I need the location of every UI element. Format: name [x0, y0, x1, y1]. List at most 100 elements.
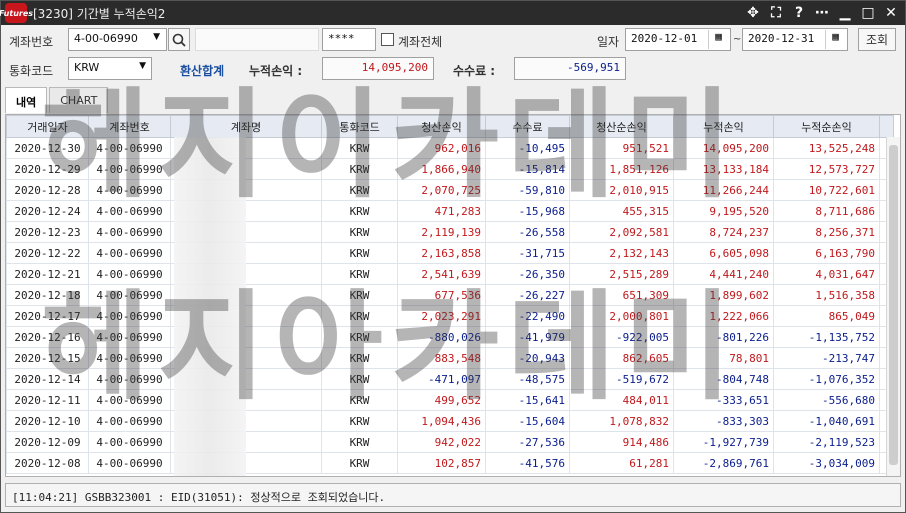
all-accounts-checkbox[interactable] [381, 33, 394, 46]
help-icon[interactable]: ? [791, 4, 807, 22]
chevron-down-icon: ▼ [139, 61, 146, 71]
table-cell: 4,441,240 [673, 263, 774, 285]
table-row[interactable]: 2020-12-23 4-00-06990 KRW 2,119,139 -26,558 2… [6, 221, 894, 243]
column-header[interactable]: 누적손익 [673, 115, 774, 138]
table-cell: -26,227 [485, 284, 570, 306]
table-cell: 499,652 [397, 389, 486, 411]
table-cell: 4-00-06990 [88, 263, 171, 285]
column-header[interactable]: 거래일자 [6, 115, 89, 138]
table-cell: 4-00-06990 [88, 179, 171, 201]
more-icon[interactable]: ⋯ [814, 4, 830, 22]
date-to-input[interactable]: 2020-12-31 ▦ [742, 28, 848, 51]
table-cell: 1,851,126 [569, 158, 674, 180]
table-cell: 2020-12-08 [6, 452, 89, 474]
date-from-input[interactable]: 2020-12-01 ▦ [625, 28, 731, 51]
calendar-icon[interactable]: ▦ [825, 30, 845, 49]
table-cell: KRW [321, 158, 398, 180]
table-cell: KRW [321, 410, 398, 432]
date-range-separator: ~ [733, 34, 742, 45]
table-cell: KRW [321, 242, 398, 264]
table-cell: -519,672 [569, 368, 674, 390]
table-cell: -1,927,739 [673, 431, 774, 453]
table-row[interactable]: 2020-12-10 4-00-06990 KRW 1,094,436 -15,604 1… [6, 410, 894, 432]
column-header[interactable]: 청산손익 [397, 115, 486, 138]
table-cell: 61,281 [569, 452, 674, 474]
table-cell: -41,979 [485, 326, 570, 348]
table-cell: -41,576 [485, 452, 570, 474]
table-cell: 6,163,790 [773, 242, 880, 264]
table-cell: 2020-12-18 [6, 284, 89, 306]
table-row[interactable]: 2020-12-29 4-00-06990 KRW 1,866,940 -15,814 1… [6, 158, 894, 180]
table-row[interactable]: 2020-12-18 4-00-06990 KRW 677,536 -26,227 651… [6, 284, 894, 306]
table-row[interactable]: 2020-12-11 4-00-06990 KRW 499,652 -15,641 484… [6, 389, 894, 411]
table-cell: 865,049 [773, 305, 880, 327]
table-row[interactable]: 2020-12-21 4-00-06990 KRW 2,541,639 -26,350 2… [6, 263, 894, 285]
table-cell: -471,097 [397, 368, 486, 390]
table-cell: 2,541,639 [397, 263, 486, 285]
table-row[interactable]: 2020-12-16 4-00-06990 KRW -880,026 -41,979 -9… [6, 326, 894, 348]
move-icon[interactable]: ✥ [745, 4, 761, 22]
table-cell: 942,022 [397, 431, 486, 453]
column-header[interactable]: 통화코드 [321, 115, 398, 138]
tab-bar: 내역 CHART [5, 87, 110, 113]
column-header[interactable]: 계좌명 [170, 115, 322, 138]
table-row[interactable]: 2020-12-24 4-00-06990 KRW 471,283 -15,968 455… [6, 200, 894, 222]
pnl-grid: 거래일자 계좌번호 계좌명 통화코드 청산손익 수수료 청산순손익 누적손익 누적순손익 202… [5, 114, 901, 477]
column-header[interactable]: 수수료 [485, 115, 570, 138]
column-header[interactable]: 누적순손익 [773, 115, 880, 138]
vertical-scrollbar[interactable] [886, 137, 900, 476]
expand-icon[interactable]: ⛶ [768, 4, 784, 22]
table-row[interactable]: 2020-12-30 4-00-06990 KRW 962,016 -10,495 951… [6, 137, 894, 159]
table-cell: 6,605,098 [673, 242, 774, 264]
table-row[interactable]: 2020-12-22 4-00-06990 KRW 2,163,858 -31,715 2… [6, 242, 894, 264]
table-cell: KRW [321, 284, 398, 306]
table-row[interactable]: 2020-12-15 4-00-06990 KRW 883,548 -20,943 862… [6, 347, 894, 369]
column-header[interactable]: 청산순손익 [569, 115, 674, 138]
account-select[interactable]: 4-00-06990 ▼ [68, 28, 167, 51]
table-cell: 4-00-06990 [88, 221, 171, 243]
table-cell: -833,303 [673, 410, 774, 432]
convert-total-link[interactable]: 환산합계 [180, 62, 224, 79]
filter-row-1: 계좌번호 4-00-06990 ▼ **** 계좌전체 일자 2020-12-0… [1, 28, 905, 52]
table-cell: 4,031,647 [773, 263, 880, 285]
currency-select[interactable]: KRW ▼ [68, 57, 152, 80]
table-cell: 2020-12-16 [6, 326, 89, 348]
date-label: 일자 [597, 35, 620, 49]
table-cell: 4-00-06990 [88, 389, 171, 411]
table-row[interactable]: 2020-12-17 4-00-06990 KRW 2,023,291 -22,490 2… [6, 305, 894, 327]
table-cell: 4-00-06990 [88, 158, 171, 180]
table-cell: 2,000,801 [569, 305, 674, 327]
table-cell: 2020-12-14 [6, 368, 89, 390]
minimize-icon[interactable]: ▁ [837, 4, 853, 22]
scroll-thumb[interactable] [889, 145, 898, 465]
table-cell: 4-00-06990 [88, 284, 171, 306]
title-bar: Futures [3230] 기간별 누적손익2 ✥ ⛶ ? ⋯ ▁ □ ✕ [0, 1, 905, 25]
table-row[interactable]: 2020-12-09 4-00-06990 KRW 942,022 -27,536 914… [6, 431, 894, 453]
password-field[interactable]: **** [322, 28, 376, 51]
table-cell: 2,010,915 [569, 179, 674, 201]
table-cell: 2020-12-29 [6, 158, 89, 180]
table-row[interactable]: 2020-12-14 4-00-06990 KRW -471,097 -48,575 -5… [6, 368, 894, 390]
tab-history[interactable]: 내역 [5, 87, 48, 113]
table-cell: 12,573,727 [773, 158, 880, 180]
search-button[interactable]: 조회 [858, 28, 896, 51]
table-cell: -15,968 [485, 200, 570, 222]
calendar-icon[interactable]: ▦ [708, 30, 728, 49]
table-cell: -20,943 [485, 347, 570, 369]
table-cell: -22,490 [485, 305, 570, 327]
table-cell: -3,034,009 [773, 452, 880, 474]
table-cell: KRW [321, 389, 398, 411]
table-cell: 2020-12-17 [6, 305, 89, 327]
table-cell: 1,516,358 [773, 284, 880, 306]
table-cell: -922,005 [569, 326, 674, 348]
table-cell: 2020-12-09 [6, 431, 89, 453]
search-account-button[interactable] [168, 28, 190, 51]
table-cell: 2,092,581 [569, 221, 674, 243]
table-row[interactable]: 2020-12-08 4-00-06990 KRW 102,857 -41,576 61,… [6, 452, 894, 474]
table-row[interactable]: 2020-12-28 4-00-06990 KRW 2,070,725 -59,810 2… [6, 179, 894, 201]
maximize-icon[interactable]: □ [860, 4, 876, 22]
currency-value: KRW [74, 61, 100, 74]
close-icon[interactable]: ✕ [883, 4, 899, 22]
column-header[interactable]: 계좌번호 [88, 115, 171, 138]
tab-chart[interactable]: CHART [49, 87, 109, 113]
